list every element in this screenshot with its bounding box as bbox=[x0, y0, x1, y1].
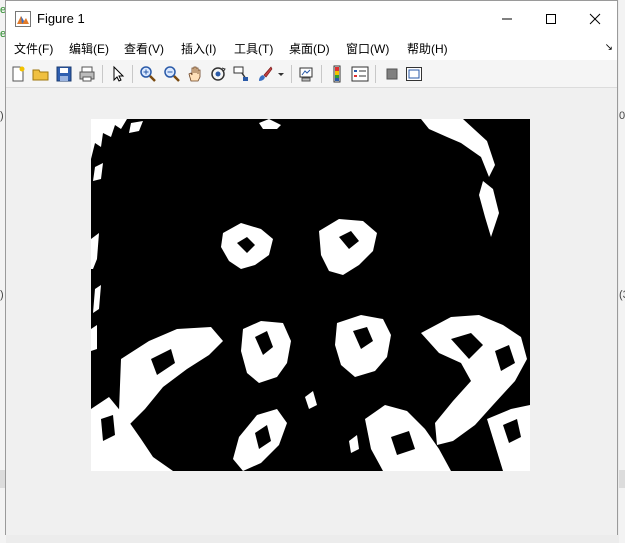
menu-help[interactable]: 帮助(H) bbox=[407, 40, 448, 57]
open-file-icon[interactable] bbox=[32, 65, 50, 83]
link-plot-icon[interactable] bbox=[297, 65, 315, 83]
toolbar-separator bbox=[102, 65, 103, 83]
figure-toolbar bbox=[6, 60, 617, 88]
menu-bar: 文件(F) 编辑(E) 查看(V) 插入(I) 工具(T) 桌面(D) 窗口(W… bbox=[6, 36, 617, 60]
minimize-button[interactable] bbox=[484, 1, 530, 36]
close-button[interactable] bbox=[572, 1, 618, 36]
background-text-fragment: (3 bbox=[619, 289, 625, 301]
brush-icon[interactable] bbox=[256, 65, 274, 83]
rotate-3d-icon[interactable] bbox=[209, 65, 227, 83]
pointer-icon[interactable] bbox=[109, 65, 127, 83]
zoom-in-icon[interactable] bbox=[139, 65, 157, 83]
background-strip bbox=[619, 470, 625, 488]
toolbar-separator bbox=[375, 65, 376, 83]
zoom-out-icon[interactable] bbox=[163, 65, 181, 83]
minimize-icon bbox=[502, 18, 512, 19]
show-plot-tools-icon[interactable] bbox=[405, 65, 423, 83]
background-right-edge bbox=[619, 0, 625, 543]
background-text-fragment: 0 bbox=[619, 110, 625, 122]
title-bar[interactable]: Figure 1 bbox=[6, 1, 617, 36]
menu-insert[interactable]: 插入(I) bbox=[181, 40, 216, 57]
maximize-button[interactable] bbox=[528, 1, 574, 36]
hide-plot-tools-icon[interactable] bbox=[383, 65, 401, 83]
background-text-fragment: ) bbox=[0, 289, 4, 301]
menu-window[interactable]: 窗口(W) bbox=[346, 40, 389, 57]
save-icon[interactable] bbox=[55, 65, 73, 83]
pan-hand-icon[interactable] bbox=[186, 65, 204, 83]
close-icon bbox=[589, 13, 601, 24]
window-title: Figure 1 bbox=[37, 11, 85, 26]
menu-view[interactable]: 查看(V) bbox=[124, 40, 164, 57]
brush-dropdown-icon[interactable] bbox=[276, 65, 286, 83]
toolbar-separator bbox=[291, 65, 292, 83]
maximize-icon bbox=[546, 13, 556, 24]
legend-icon[interactable] bbox=[351, 65, 369, 83]
toolbar-separator bbox=[321, 65, 322, 83]
data-cursor-icon[interactable] bbox=[232, 65, 250, 83]
toolbar-separator bbox=[132, 65, 133, 83]
colorbar-icon[interactable] bbox=[328, 65, 346, 83]
figure-window: Figure 1 文件(F) 编辑(E) 查看(V) 插入(I) 工具(T) 桌… bbox=[5, 0, 618, 535]
menu-file[interactable]: 文件(F) bbox=[14, 40, 53, 57]
menu-edit[interactable]: 编辑(E) bbox=[69, 40, 109, 57]
matlab-figure-icon bbox=[15, 11, 31, 27]
background-text-fragment: ) bbox=[0, 110, 4, 122]
binary-image-axes[interactable] bbox=[91, 119, 530, 471]
new-figure-icon[interactable] bbox=[9, 65, 27, 83]
menu-tools[interactable]: 工具(T) bbox=[234, 40, 273, 57]
print-icon[interactable] bbox=[78, 65, 96, 83]
dock-figure-icon[interactable]: ↘ bbox=[605, 42, 613, 53]
menu-desktop[interactable]: 桌面(D) bbox=[289, 40, 330, 57]
figure-canvas[interactable] bbox=[6, 88, 617, 535]
